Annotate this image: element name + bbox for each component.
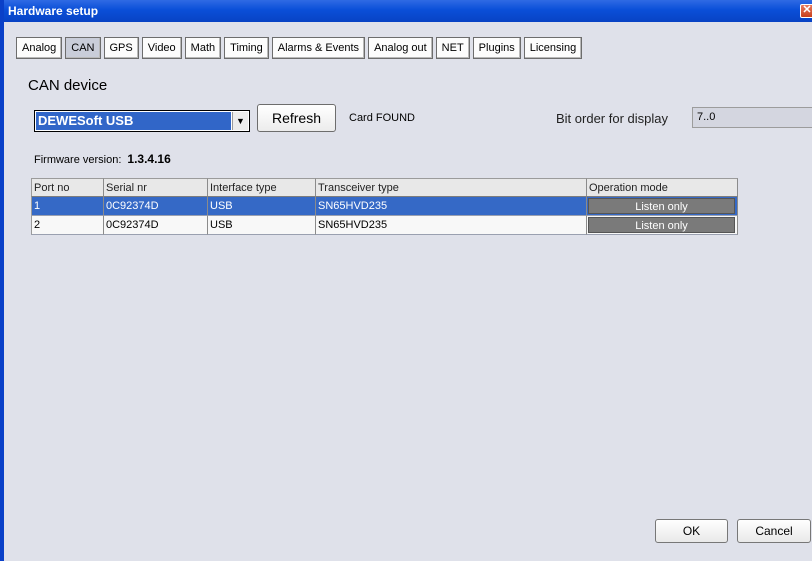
cell-operation-mode: Listen only [587, 216, 738, 235]
cancel-button[interactable]: Cancel [737, 519, 811, 543]
hardware-setup-window: Hardware setup ✕ Analog CAN GPS Video Ma… [0, 0, 812, 561]
cell-port: 1 [31, 197, 104, 216]
column-header-serial[interactable]: Serial nr [104, 178, 208, 197]
cell-transceiver: SN65HVD235 [316, 216, 587, 235]
tab-analog-out[interactable]: Analog out [368, 37, 433, 59]
card-status-text: Card FOUND [349, 112, 416, 124]
column-header-operation-mode[interactable]: Operation mode [587, 178, 738, 197]
tab-video[interactable]: Video [141, 37, 182, 59]
bit-order-label: Bit order for display [556, 111, 668, 126]
table-row[interactable]: 1 0C92374D USB SN65HVD235 Listen only [31, 197, 738, 216]
cell-transceiver: SN65HVD235 [316, 197, 587, 216]
tab-timing[interactable]: Timing [224, 37, 269, 59]
bit-order-field[interactable]: 7..0 [692, 107, 812, 128]
cell-serial: 0C92374D [104, 197, 208, 216]
chevron-down-icon[interactable]: ▼ [232, 112, 248, 130]
can-device-title: CAN device [28, 77, 108, 94]
cell-port: 2 [31, 216, 104, 235]
port-table: Port no Serial nr Interface type Transce… [31, 178, 738, 235]
table-header-row: Port no Serial nr Interface type Transce… [31, 178, 738, 197]
window-title: Hardware setup [8, 4, 99, 18]
cell-operation-mode: Listen only [587, 197, 738, 216]
tab-licensing[interactable]: Licensing [523, 37, 583, 59]
firmware-label: Firmware version: [34, 154, 122, 166]
refresh-button[interactable]: Refresh [257, 104, 336, 132]
close-icon[interactable]: ✕ [800, 4, 812, 18]
tab-alarms-events[interactable]: Alarms & Events [271, 37, 366, 59]
tab-gps[interactable]: GPS [103, 37, 139, 59]
ok-button[interactable]: OK [655, 519, 728, 543]
cell-serial: 0C92374D [104, 216, 208, 235]
operation-mode-button[interactable]: Listen only [588, 198, 735, 214]
can-device-select[interactable]: DEWESoft USB ▼ [34, 110, 250, 132]
title-bar: Hardware setup ✕ [4, 0, 812, 22]
tab-analog[interactable]: Analog [16, 37, 63, 59]
column-header-transceiver[interactable]: Transceiver type [316, 178, 587, 197]
table-row[interactable]: 2 0C92374D USB SN65HVD235 Listen only [31, 216, 738, 235]
cell-interface: USB [208, 197, 316, 216]
tab-bar: Analog CAN GPS Video Math Timing Alarms … [16, 37, 583, 59]
tab-math[interactable]: Math [184, 37, 222, 59]
can-device-selected-value: DEWESoft USB [36, 112, 231, 130]
firmware-version: Firmware version: 1.3.4.16 [34, 152, 171, 166]
column-header-port[interactable]: Port no [31, 178, 104, 197]
tab-net[interactable]: NET [435, 37, 470, 59]
operation-mode-button[interactable]: Listen only [588, 217, 735, 233]
tab-plugins[interactable]: Plugins [472, 37, 521, 59]
firmware-value: 1.3.4.16 [127, 152, 171, 166]
column-header-interface[interactable]: Interface type [208, 178, 316, 197]
cell-interface: USB [208, 216, 316, 235]
tab-can[interactable]: CAN [65, 37, 101, 59]
